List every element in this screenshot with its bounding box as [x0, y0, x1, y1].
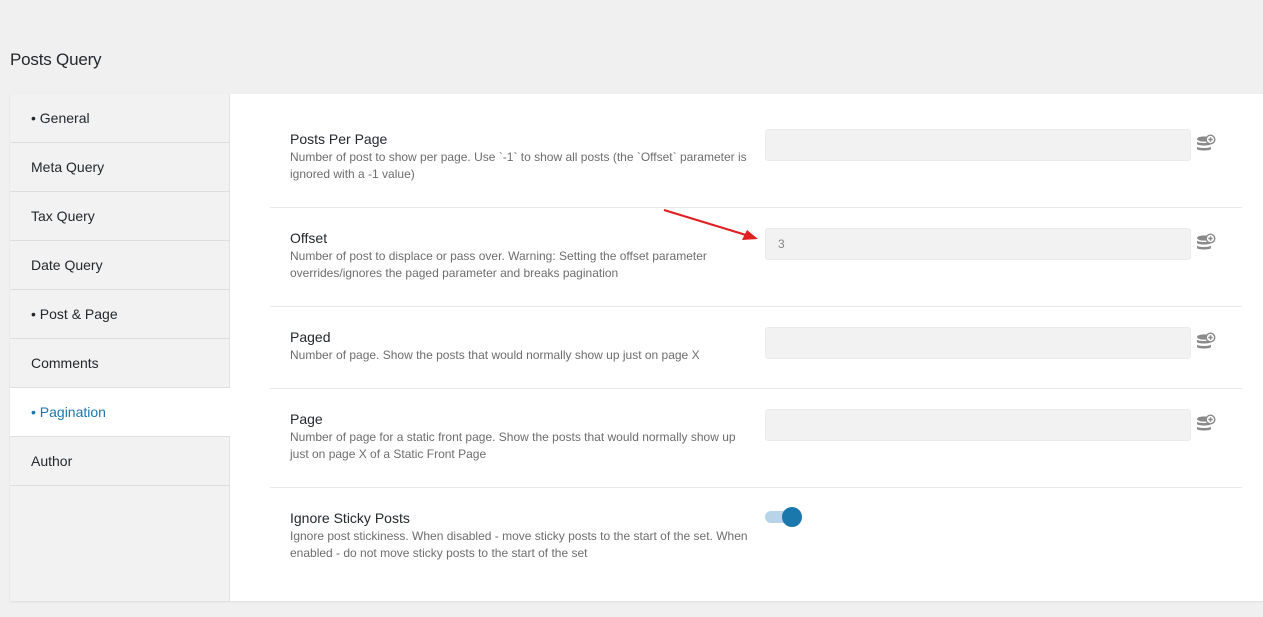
- setting-row-offset: Offset Number of post to displace or pas…: [270, 208, 1242, 307]
- page-title: Posts Query: [10, 50, 102, 69]
- database-plus-icon[interactable]: [1196, 332, 1216, 352]
- setting-label: Page: [290, 411, 323, 427]
- posts-per-page-input[interactable]: [765, 129, 1191, 161]
- setting-description: Ignore post stickiness. When disabled - …: [290, 529, 748, 560]
- setting-description: Number of page. Show the posts that woul…: [290, 348, 700, 362]
- setting-label: Paged: [290, 329, 331, 345]
- tab-tax-query[interactable]: Tax Query: [10, 192, 229, 241]
- tab-label: Tax Query: [31, 208, 95, 224]
- database-plus-icon[interactable]: [1196, 134, 1216, 154]
- toggle-knob: [782, 507, 802, 527]
- tab-label: • Pagination: [31, 404, 106, 420]
- settings-content: Posts Per Page Number of post to show pe…: [270, 94, 1242, 588]
- offset-input[interactable]: [765, 228, 1191, 260]
- database-plus-icon[interactable]: [1196, 233, 1216, 253]
- setting-label: Ignore Sticky Posts: [290, 510, 410, 526]
- setting-description: Number of post to show per page. Use `-1…: [290, 150, 747, 181]
- tab-date-query[interactable]: Date Query: [10, 241, 229, 290]
- database-plus-icon[interactable]: [1196, 414, 1216, 434]
- setting-row-posts-per-page: Posts Per Page Number of post to show pe…: [270, 94, 1242, 208]
- tab-label: • General: [31, 110, 90, 126]
- ignore-sticky-posts-toggle[interactable]: [765, 507, 802, 527]
- setting-description: Number of page for a static front page. …: [290, 430, 736, 461]
- tab-general[interactable]: • General: [10, 94, 229, 143]
- tab-label: Meta Query: [31, 159, 105, 175]
- tab-pagination[interactable]: • Pagination: [10, 388, 230, 437]
- paged-input[interactable]: [765, 327, 1191, 359]
- page-input[interactable]: [765, 409, 1191, 441]
- tab-author[interactable]: Author: [10, 437, 229, 486]
- tab-label: Author: [31, 453, 73, 469]
- setting-row-page: Page Number of page for a static front p…: [270, 389, 1242, 488]
- sidebar: • General Meta Query Tax Query Date Quer…: [10, 94, 230, 601]
- setting-row-paged: Paged Number of page. Show the posts tha…: [270, 307, 1242, 389]
- settings-panel: • General Meta Query Tax Query Date Quer…: [10, 94, 1263, 601]
- tab-label: Date Query: [31, 257, 103, 273]
- tab-meta-query[interactable]: Meta Query: [10, 143, 229, 192]
- setting-label: Posts Per Page: [290, 131, 388, 147]
- tab-label: • Post & Page: [31, 306, 118, 322]
- setting-row-ignore-sticky-posts: Ignore Sticky Posts Ignore post stickine…: [270, 488, 1242, 588]
- tab-comments[interactable]: Comments: [10, 339, 229, 388]
- tab-post-and-page[interactable]: • Post & Page: [10, 290, 229, 339]
- setting-label: Offset: [290, 230, 328, 246]
- setting-description: Number of post to displace or pass over.…: [290, 249, 707, 280]
- tab-label: Comments: [31, 355, 99, 371]
